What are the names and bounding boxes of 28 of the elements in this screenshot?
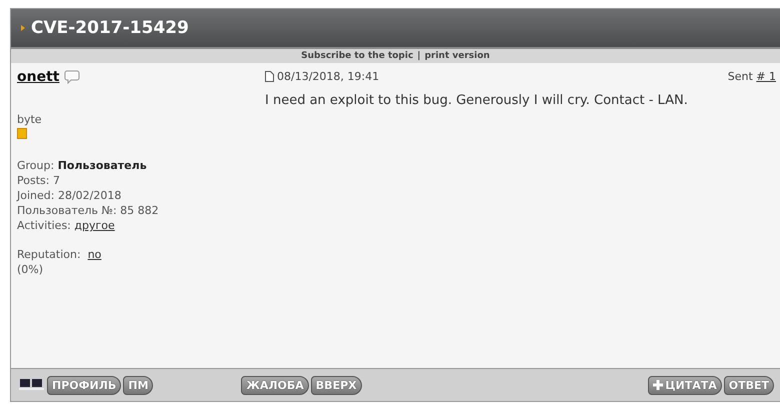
document-icon: [265, 71, 274, 82]
topic-link[interactable]: print version: [424, 51, 490, 61]
forum-button[interactable]: ОТВЕТ: [724, 376, 774, 394]
author-detail: Posts: 7: [17, 174, 61, 187]
post-number: Sent # 1: [728, 70, 776, 83]
forum-button[interactable]: ПМ: [123, 376, 154, 394]
author-name[interactable]: onett: [17, 69, 60, 85]
forum-button[interactable]: ПРОФИЛЬ: [47, 376, 122, 394]
plus-icon: [653, 380, 664, 390]
reputation: Reputation: no: [17, 248, 102, 261]
post-body: I need an exploit to this bug. Generously I will cry. Contact - LAN.: [265, 93, 689, 108]
forum-button[interactable]: ЦИТАТА: [648, 376, 722, 394]
post-date: 08/13/2018, 19:41: [277, 70, 380, 83]
triangle-icon: [21, 25, 25, 31]
author-rank: byte: [17, 113, 43, 126]
separator: |: [417, 51, 421, 61]
computers-icon: [19, 378, 45, 392]
topic-title: CVE-2017-15429: [31, 18, 189, 38]
forum-button[interactable]: ЖАЛОБА: [241, 376, 309, 394]
reputation-percent: (0%): [17, 263, 44, 276]
author-detail: Пользователь №: 85 882: [17, 204, 160, 217]
rank-icon: [17, 128, 27, 139]
author-detail: Joined: 28/02/2018: [17, 189, 122, 202]
topic-link[interactable]: Subscribe to the topic: [301, 51, 414, 61]
forum-button[interactable]: ВВЕРХ: [310, 376, 362, 394]
author-detail: Activities: другое: [17, 219, 116, 232]
author-detail: Group: Пользователь: [17, 159, 148, 172]
speech-bubble-icon: [64, 70, 80, 84]
